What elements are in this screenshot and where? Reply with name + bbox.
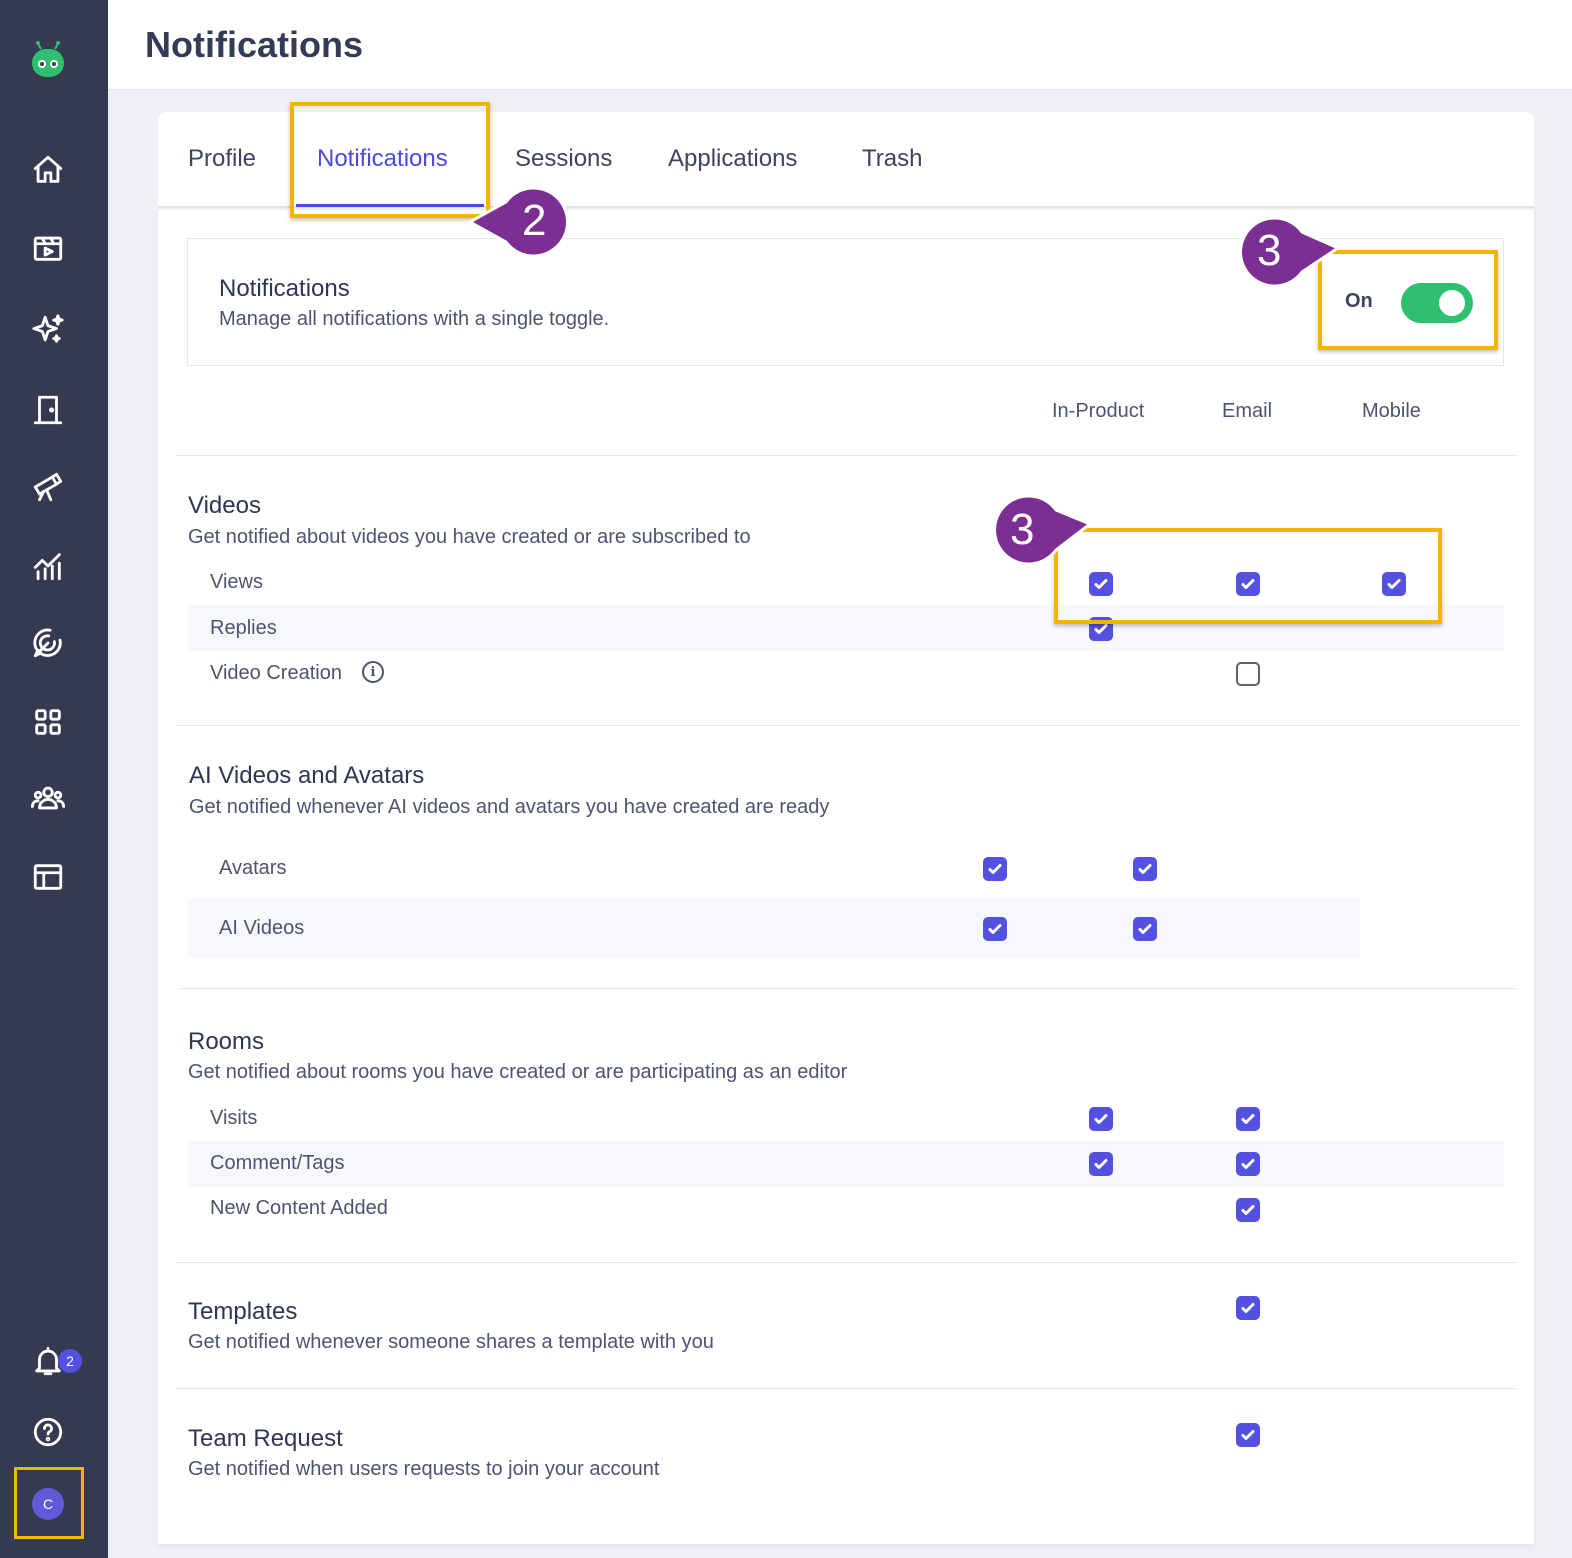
section-title-templates: Templates	[188, 1298, 298, 1325]
info-icon[interactable]: i	[362, 661, 384, 683]
door-icon[interactable]	[28, 390, 68, 430]
master-toggle-description: Manage all notifications with a single t…	[219, 308, 610, 330]
row-label-ai-videos: AI Videos	[219, 917, 305, 939]
check-icon	[1241, 1430, 1255, 1440]
divider	[176, 1388, 1518, 1389]
check-icon	[1241, 1159, 1255, 1169]
check-icon	[1094, 1159, 1108, 1169]
step-2-label: 2	[522, 196, 547, 245]
layout-icon[interactable]	[28, 857, 68, 897]
checkbox-team-request-email[interactable]	[1236, 1423, 1260, 1447]
divider	[176, 1262, 1518, 1263]
section-description-team-request: Get notified when users requests to join…	[188, 1458, 660, 1480]
checkbox-new-content-email[interactable]	[1236, 1198, 1260, 1222]
divider	[176, 725, 1520, 726]
section-title-team-request: Team Request	[188, 1425, 343, 1452]
row-background	[188, 1141, 1504, 1187]
column-header-mobile: Mobile	[1362, 400, 1421, 422]
check-icon	[1241, 1114, 1255, 1124]
checkbox-templates-email[interactable]	[1236, 1296, 1260, 1320]
section-description-rooms: Get notified about rooms you have create…	[188, 1061, 848, 1083]
section-description-ai-videos: Get notified whenever AI videos and avat…	[189, 796, 830, 818]
notification-count-badge: 2	[58, 1349, 82, 1373]
step-3-checkbox-callout	[993, 494, 1092, 566]
apps-grid-icon[interactable]	[28, 702, 68, 742]
row-background	[188, 898, 1360, 958]
checkbox-ai-videos-in-product[interactable]	[983, 917, 1007, 941]
row-label-replies: Replies	[210, 617, 277, 639]
home-icon[interactable]	[28, 150, 68, 190]
row-label-new-content-added: New Content Added	[210, 1197, 388, 1219]
divider	[178, 988, 1518, 989]
checkbox-avatars-in-product[interactable]	[983, 857, 1007, 881]
avatar[interactable]: C	[32, 1488, 64, 1520]
checkbox-visits-in-product[interactable]	[1089, 1107, 1113, 1131]
section-description-videos: Get notified about videos you have creat…	[188, 526, 751, 548]
checkbox-video-creation-email[interactable]	[1236, 662, 1260, 686]
tab-profile[interactable]: Profile	[188, 145, 256, 173]
toggle-highlight	[1318, 250, 1498, 350]
section-title-rooms: Rooms	[188, 1028, 265, 1055]
check-icon	[1241, 1205, 1255, 1215]
video-library-icon[interactable]	[28, 228, 68, 268]
page-title: Notifications	[145, 24, 364, 65]
column-header-in-product: In-Product	[1052, 400, 1145, 422]
checkbox-avatars-email[interactable]	[1133, 857, 1157, 881]
step-3-checkbox-label: 3	[1010, 505, 1035, 554]
checkbox-highlight	[1054, 528, 1442, 624]
row-label-comment-tags: Comment/Tags	[210, 1152, 345, 1174]
checkbox-visits-email[interactable]	[1236, 1107, 1260, 1131]
divider	[176, 455, 1518, 456]
section-title-ai-videos: AI Videos and Avatars	[189, 762, 425, 789]
tab-highlight	[290, 102, 490, 218]
step-3-toggle-callout	[1239, 216, 1340, 288]
tab-applications[interactable]: Applications	[668, 145, 797, 173]
column-header-email: Email	[1222, 400, 1273, 422]
analytics-icon[interactable]	[28, 546, 68, 586]
check-icon	[1094, 1114, 1108, 1124]
check-icon	[988, 864, 1002, 874]
check-icon	[1241, 1303, 1255, 1313]
logo-icon[interactable]	[27, 38, 69, 80]
checkbox-comment-tags-in-product[interactable]	[1089, 1152, 1113, 1176]
telescope-icon[interactable]	[28, 467, 68, 507]
row-label-views: Views	[210, 571, 263, 593]
row-label-visits: Visits	[210, 1107, 258, 1129]
check-icon	[1138, 864, 1152, 874]
check-icon	[988, 924, 1002, 934]
tab-sessions[interactable]: Sessions	[515, 145, 612, 173]
section-description-templates: Get notified whenever someone shares a t…	[188, 1331, 714, 1353]
team-icon[interactable]	[28, 778, 68, 818]
section-title-videos: Videos	[188, 492, 261, 519]
row-label-video-creation: Video Creation	[210, 662, 342, 684]
sparkles-icon[interactable]	[28, 310, 68, 350]
checkbox-ai-videos-email[interactable]	[1133, 917, 1157, 941]
step-3-toggle-label: 3	[1257, 226, 1282, 275]
master-toggle-title: Notifications	[219, 275, 350, 302]
tab-trash[interactable]: Trash	[862, 145, 922, 173]
checkbox-comment-tags-email[interactable]	[1236, 1152, 1260, 1176]
check-icon	[1138, 924, 1152, 934]
row-label-avatars: Avatars	[219, 857, 287, 879]
target-icon[interactable]	[28, 623, 68, 663]
help-icon[interactable]	[28, 1412, 68, 1452]
